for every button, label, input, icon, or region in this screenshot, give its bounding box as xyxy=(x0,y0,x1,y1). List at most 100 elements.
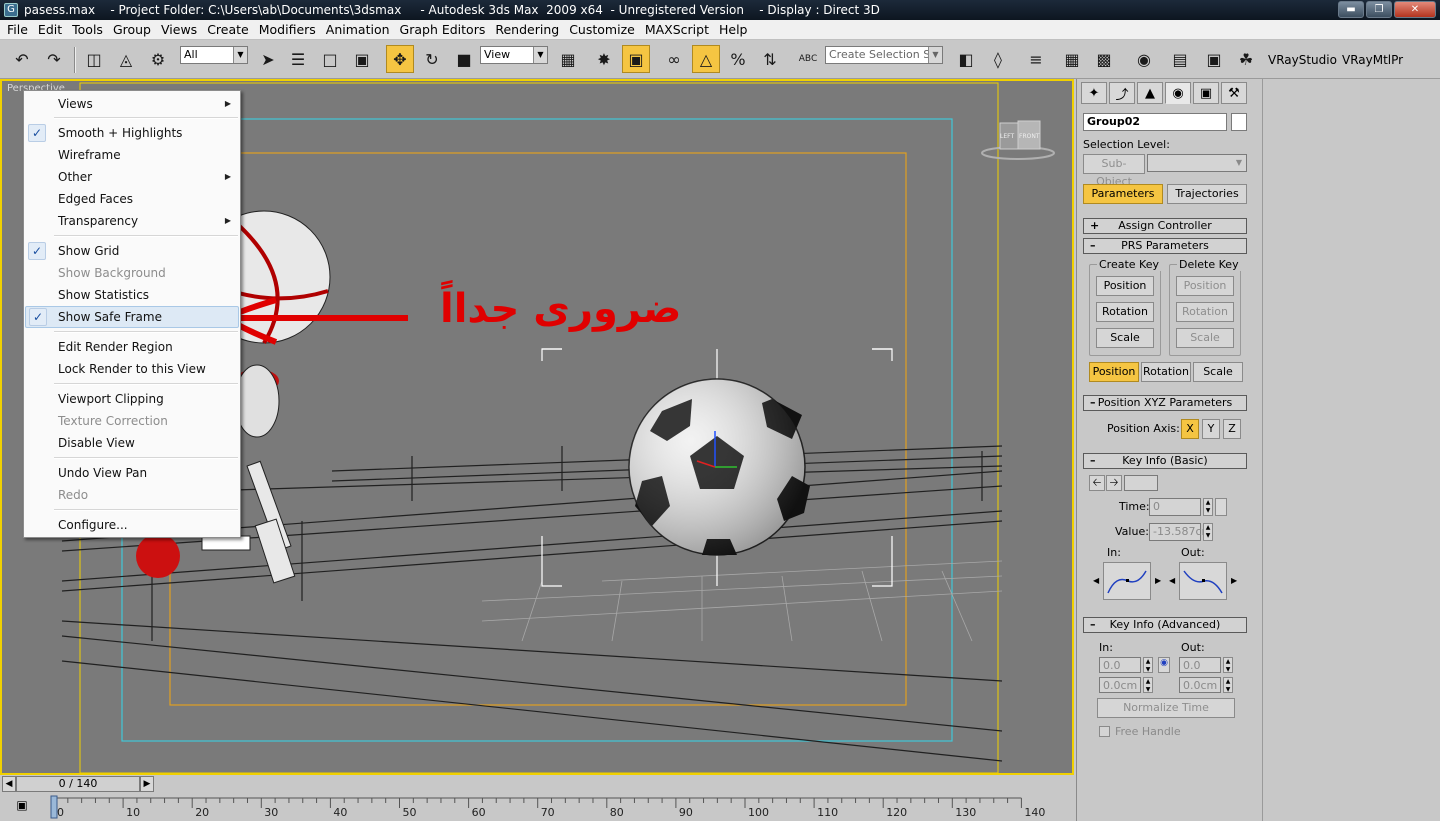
command-panel-tabs: ✦ ⤴ ▲ ◉ ▣ ⚒ xyxy=(1081,82,1247,104)
hierarchy-tab-icon[interactable]: ▲ xyxy=(1137,82,1163,104)
track-tick-label: 90 xyxy=(678,806,693,819)
menu-item-label: Show Safe Frame xyxy=(58,310,162,324)
menu-item-wireframe[interactable]: Wireframe xyxy=(25,144,239,166)
menu-item-configure[interactable]: Configure... xyxy=(25,514,239,536)
adv-out-spinner[interactable]: ▲ ▼ xyxy=(1223,657,1233,673)
sub-object-dropdown[interactable]: ▼ xyxy=(1147,154,1247,172)
menu-item-texture-correction[interactable]: Texture Correction xyxy=(25,410,239,432)
delete-position-key-button[interactable]: Position xyxy=(1176,276,1234,296)
free-handle-checkbox[interactable] xyxy=(1099,726,1110,737)
adv-in-spinner[interactable]: ▲ ▼ xyxy=(1143,657,1153,673)
parameters-tab-button[interactable]: Parameters xyxy=(1083,184,1163,204)
trajectories-tab-button[interactable]: Trajectories xyxy=(1167,184,1247,204)
assign-controller-rollout[interactable]: + Assign Controller xyxy=(1083,218,1247,234)
adv-in-cm-field[interactable]: 0.0cm xyxy=(1099,677,1141,693)
track-tick-label: 80 xyxy=(609,806,624,819)
position-mode-button[interactable]: Position xyxy=(1089,362,1139,382)
display-tab-icon[interactable]: ▣ xyxy=(1193,82,1219,104)
key-info-basic-rollout[interactable]: – Key Info (Basic) xyxy=(1083,453,1247,469)
axis-z-button[interactable]: Z xyxy=(1223,419,1241,439)
menu-item-viewport-clipping[interactable]: Viewport Clipping xyxy=(25,388,239,410)
menu-separator xyxy=(54,235,238,237)
rotation-mode-button[interactable]: Rotation xyxy=(1141,362,1191,382)
annotation-text: ضروری جدااً xyxy=(440,286,682,332)
position-xyz-rollout[interactable]: – Position XYZ Parameters xyxy=(1083,395,1247,411)
create-rotation-key-button[interactable]: Rotation xyxy=(1096,302,1154,322)
menu-item-label: Wireframe xyxy=(58,148,121,162)
submenu-arrow-icon: ▶ xyxy=(224,172,231,181)
menu-item-smooth-highlights[interactable]: ✓ Smooth + Highlights xyxy=(25,122,239,144)
menu-item-label: Show Grid xyxy=(58,244,120,258)
adv-in-field[interactable]: 0.0 xyxy=(1099,657,1141,673)
axis-y-button[interactable]: Y xyxy=(1202,419,1220,439)
menu-separator xyxy=(54,509,238,511)
adv-out-cm-field[interactable]: 0.0cm xyxy=(1179,677,1221,693)
sub-object-button[interactable]: Sub-Object xyxy=(1083,154,1145,188)
menu-item-label: Edged Faces xyxy=(58,192,134,206)
right-empty-panel xyxy=(1262,79,1440,821)
track-tick-label: 100 xyxy=(748,806,769,819)
menu-item-transparency[interactable]: Transparency ▶ xyxy=(25,210,239,232)
next-key-icon[interactable]: 🡢 xyxy=(1106,475,1122,491)
time-lock-button[interactable] xyxy=(1215,498,1227,516)
delete-scale-key-button[interactable]: Scale xyxy=(1176,328,1234,348)
create-position-key-button[interactable]: Position xyxy=(1096,276,1154,296)
menu-item-label: Edit Render Region xyxy=(58,340,173,354)
menu-separator xyxy=(54,457,238,459)
motion-tab-icon[interactable]: ◉ xyxy=(1165,82,1191,104)
menu-item-show-statistics[interactable]: Show Statistics xyxy=(25,284,239,306)
out-next-arrow-icon[interactable]: ▶ xyxy=(1231,576,1237,585)
create-tab-icon[interactable]: ✦ xyxy=(1081,82,1107,104)
modify-tab-icon[interactable]: ⤴ xyxy=(1109,82,1135,104)
adv-out-label: Out: xyxy=(1181,641,1205,654)
out-prev-arrow-icon[interactable]: ◀ xyxy=(1169,576,1175,585)
time-slider-thumb[interactable]: 0 / 140 xyxy=(16,776,140,792)
utilities-tab-icon[interactable]: ⚒ xyxy=(1221,82,1247,104)
menu-item-redo[interactable]: Redo xyxy=(25,484,239,506)
key-value-field[interactable]: -13.587cn xyxy=(1149,523,1208,541)
in-next-arrow-icon[interactable]: ▶ xyxy=(1155,576,1161,585)
key-time-field[interactable]: 0 xyxy=(1149,498,1201,516)
normalize-time-button[interactable]: Normalize Time xyxy=(1097,698,1235,718)
delete-key-label: Delete Key xyxy=(1177,258,1241,271)
menu-item-disable-view[interactable]: Disable View xyxy=(25,432,239,454)
time-slider-prev-icon[interactable]: ◀ xyxy=(2,776,16,792)
menu-item-edit-render-region[interactable]: Edit Render Region xyxy=(25,336,239,358)
menu-item-show-grid[interactable]: ✓ Show Grid xyxy=(25,240,239,262)
in-prev-arrow-icon[interactable]: ◀ xyxy=(1093,576,1099,585)
in-tangent-curve-icon[interactable] xyxy=(1103,562,1151,600)
adv-in-cm-spinner[interactable]: ▲ ▼ xyxy=(1143,677,1153,693)
menu-separator xyxy=(54,383,238,385)
menu-separator xyxy=(54,331,238,333)
object-name-field[interactable]: Group02 xyxy=(1083,113,1227,131)
delete-rotation-key-button[interactable]: Rotation xyxy=(1176,302,1234,322)
time-spinner[interactable]: ▲ ▼ xyxy=(1203,498,1213,516)
previous-key-icon[interactable]: 🡠 xyxy=(1089,475,1105,491)
key-info-advanced-rollout[interactable]: – Key Info (Advanced) xyxy=(1083,617,1247,633)
time-slider[interactable]: ◀ 0 / 140 ▶ xyxy=(0,775,1074,793)
menu-item-lock-render[interactable]: Lock Render to this View xyxy=(25,358,239,380)
expand-icon: + xyxy=(1090,219,1100,232)
menu-item-views[interactable]: Views ▶ xyxy=(25,93,239,115)
menu-item-edged-faces[interactable]: Edged Faces xyxy=(25,188,239,210)
adv-out-field[interactable]: 0.0 xyxy=(1179,657,1221,673)
track-bar[interactable]: ▣ 0 10 20 30 40 50 60 70 80 90 100 110 120 130 140 xyxy=(0,794,1074,821)
menu-item-undo-view-pan[interactable]: Undo View Pan xyxy=(25,462,239,484)
object-color-swatch[interactable] xyxy=(1231,113,1247,131)
key-number-field[interactable] xyxy=(1124,475,1158,491)
adv-out-cm-spinner[interactable]: ▲ ▼ xyxy=(1223,677,1233,693)
menu-item-other[interactable]: Other ▶ xyxy=(25,166,239,188)
axis-x-button[interactable]: X xyxy=(1181,419,1199,439)
menu-item-show-background[interactable]: Show Background xyxy=(25,262,239,284)
menu-item-show-safe-frame[interactable]: ✓ Show Safe Frame xyxy=(25,306,239,328)
out-tangent-curve-icon[interactable] xyxy=(1179,562,1227,600)
create-scale-key-button[interactable]: Scale xyxy=(1096,328,1154,348)
value-spinner[interactable]: ▲ ▼ xyxy=(1203,523,1213,541)
track-tick-label: 0 xyxy=(57,806,64,819)
lock-icon[interactable]: ◉ xyxy=(1158,657,1170,673)
time-slider-next-icon[interactable]: ▶ xyxy=(140,776,154,792)
scale-mode-button[interactable]: Scale xyxy=(1193,362,1243,382)
collapse-icon: – xyxy=(1090,454,1096,467)
prs-parameters-rollout[interactable]: – PRS Parameters xyxy=(1083,238,1247,254)
track-tick-label: 50 xyxy=(402,806,417,819)
